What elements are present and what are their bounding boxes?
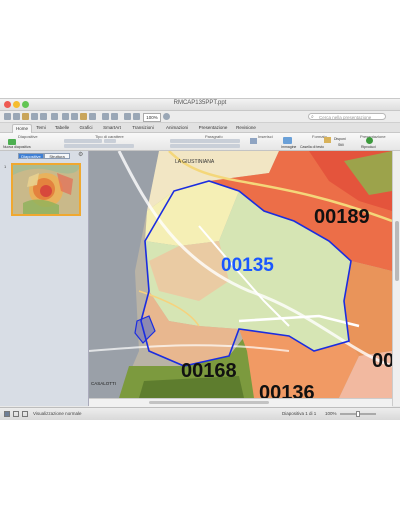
standard-toolbar: 100% ⌕ Cerca nella presentazione — [0, 111, 400, 123]
gear-icon[interactable]: ⚙ — [78, 152, 84, 158]
styles-button[interactable]: Stili — [338, 143, 344, 147]
group-slides-label: Diapositive — [18, 134, 38, 139]
group-slideshow-label: Presentazione — [360, 134, 386, 139]
cut-icon[interactable] — [62, 113, 69, 120]
slide-count-text: Diapositiva 1 di 1 — [282, 411, 317, 416]
tab-animations[interactable]: Animazioni — [162, 124, 192, 132]
zone-label-partial: 00 — [372, 350, 392, 372]
tab-charts[interactable]: Grafici — [76, 124, 96, 132]
open-icon[interactable] — [22, 113, 29, 120]
slide-thumbnail[interactable] — [11, 163, 81, 216]
save-icon[interactable] — [31, 113, 38, 120]
normal-view-icon[interactable] — [4, 411, 10, 417]
play-icon[interactable] — [366, 137, 373, 144]
tab-smartart[interactable]: SmartArt — [100, 124, 124, 132]
tab-home[interactable]: Home — [12, 124, 32, 133]
paragraph-buttons — [170, 139, 240, 143]
font-name-field — [64, 139, 102, 143]
new-slide-button[interactable]: Nuova diapositiva — [3, 145, 31, 149]
alignment-buttons — [170, 144, 240, 148]
zoom-slider-knob[interactable] — [356, 411, 360, 417]
import-icon[interactable] — [51, 113, 58, 120]
new-document-icon[interactable] — [4, 113, 11, 120]
horizontal-scrollbar[interactable] — [89, 398, 392, 407]
tab-themes[interactable]: Temi — [34, 124, 48, 132]
zip-code-map: 00135 00189 00168 00136 00 LA GIUSTINIAN… — [89, 151, 392, 404]
search-input[interactable]: ⌕ Cerca nella presentazione — [308, 113, 386, 120]
templates-icon[interactable] — [13, 113, 20, 120]
tab-slideshow[interactable]: Presentazione — [196, 124, 230, 132]
status-bar: Visualizzazione normale Diapositiva 1 di… — [0, 407, 400, 420]
tab-slides[interactable]: Diapositive — [18, 153, 44, 159]
vertical-scroll-thumb[interactable] — [395, 221, 399, 281]
zone-label-00168: 00168 — [181, 360, 237, 382]
window-title: RMCAP135PPT.ppt — [173, 100, 227, 106]
thumbnail-map — [13, 165, 79, 214]
help-icon[interactable] — [163, 113, 170, 120]
gallery-icon[interactable] — [124, 113, 131, 120]
ribbon-tabs: Home Temi Tabelle Grafici SmartArt Trans… — [0, 123, 400, 133]
title-bar: RMCAP135PPT.ppt — [0, 99, 400, 111]
zone-label-00135: 00135 — [221, 255, 274, 276]
group-insert-label: Inserisci — [258, 134, 273, 139]
zone-label-00136: 00136 — [259, 382, 315, 398]
place-label-casalotti: CASALOTTI — [91, 381, 116, 386]
slides-sidebar: Diapositive Struttura ⚙ 1 — [0, 151, 89, 406]
media-browser-icon[interactable] — [133, 113, 140, 120]
place-label-giustiniana: LA GIUSTINIANA — [175, 159, 215, 165]
tab-review[interactable]: Revisione — [234, 124, 258, 132]
font-size-field — [104, 139, 116, 143]
redo-icon[interactable] — [111, 113, 118, 120]
zoom-field[interactable]: 100% — [143, 113, 161, 122]
slide-canvas[interactable]: 00135 00189 00168 00136 00 LA GIUSTINIAN… — [89, 151, 392, 406]
slide-sorter-icon[interactable] — [13, 411, 19, 417]
text-box-icon[interactable] — [250, 138, 257, 144]
powerpoint-window: RMCAP135PPT.ppt 100% ⌕ Cerca nella prese… — [0, 98, 400, 420]
horizontal-scroll-thumb[interactable] — [149, 401, 269, 404]
zone-label-00189: 00189 — [314, 206, 370, 228]
ribbon: Diapositive Tipo di carattere Paragrafo … — [0, 133, 400, 151]
play-button[interactable]: Riproduci — [361, 145, 376, 149]
view-mode-text: Visualizzazione normale — [33, 411, 82, 416]
tab-transitions[interactable]: Transizioni — [128, 124, 158, 132]
print-icon[interactable] — [40, 113, 47, 120]
text-box-button[interactable]: Casella di testo — [300, 145, 324, 149]
format-painter-icon[interactable] — [89, 113, 96, 120]
copy-icon[interactable] — [71, 113, 78, 120]
tab-tables[interactable]: Tabelle — [52, 124, 72, 132]
arrange-button[interactable]: Disponi — [334, 137, 346, 141]
font-style-buttons — [64, 144, 134, 148]
sidebar-tabs: Diapositive Struttura — [18, 153, 70, 159]
status-zoom-text: 100% — [325, 411, 337, 416]
undo-icon[interactable] — [102, 113, 109, 120]
vertical-scrollbar[interactable] — [392, 151, 400, 406]
search-icon: ⌕ — [311, 114, 314, 120]
tab-outline[interactable]: Struttura — [44, 153, 70, 159]
search-placeholder: Cerca nella presentazione — [319, 115, 372, 120]
image-icon[interactable] — [283, 137, 292, 144]
arrange-icon[interactable] — [324, 137, 331, 143]
slideshow-view-icon[interactable] — [22, 411, 28, 417]
slide-number: 1 — [4, 164, 7, 169]
image-button[interactable]: Immagine — [281, 145, 296, 149]
paste-icon[interactable] — [80, 113, 87, 120]
